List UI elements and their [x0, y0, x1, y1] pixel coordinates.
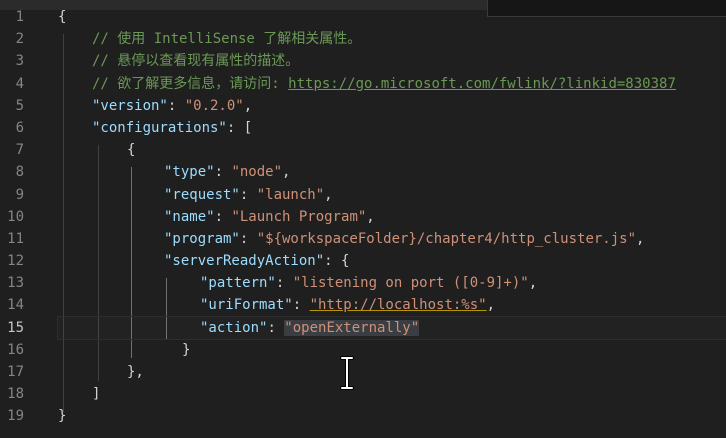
- json-string: "listening on port ([0-9]+)": [292, 275, 529, 292]
- json-key: "name": [164, 208, 215, 225]
- colon: :: [214, 208, 232, 225]
- line-number: 13: [7, 275, 24, 292]
- line-number: 6: [15, 119, 24, 136]
- line-number: 4: [15, 75, 24, 92]
- comma: ,: [528, 275, 538, 292]
- punctuation: : {: [324, 253, 350, 270]
- line-number: 12: [7, 253, 24, 270]
- code-line-5[interactable]: "version": "0.2.0",: [58, 95, 726, 117]
- line-number: 8: [15, 164, 24, 181]
- json-string-selected: "openExternally": [284, 319, 420, 336]
- line-number: 9: [15, 186, 24, 203]
- line-number: 3: [15, 53, 24, 70]
- code-line-14[interactable]: "uriFormat": "http://localhost:%s",: [58, 294, 726, 316]
- line-number: 5: [15, 97, 24, 114]
- colon: :: [292, 297, 310, 314]
- bracket: ]: [92, 386, 101, 403]
- json-string: "${workspaceFolder}/chapter4/http_cluste…: [256, 230, 637, 247]
- docs-link[interactable]: https://go.microsoft.com/fwlink/?linkid=…: [288, 76, 676, 92]
- comma: ,: [486, 297, 496, 314]
- code-editor[interactable]: 1 2 3 4 5 6 7 8 9 10 11 12 13 14 15 16 1…: [0, 0, 726, 438]
- code-line-18[interactable]: ]: [58, 383, 726, 405]
- code-line-16[interactable]: }: [58, 339, 726, 361]
- json-key: "request": [164, 186, 240, 203]
- code-line-2[interactable]: // 使用 IntelliSense 了解相关属性。: [58, 28, 726, 50]
- brace: }: [58, 408, 67, 425]
- code-line-7[interactable]: {: [58, 139, 726, 161]
- line-number: 18: [7, 386, 24, 403]
- code-line-6[interactable]: "configurations": [: [58, 117, 726, 139]
- line-number: 11: [7, 230, 24, 247]
- json-string: "Launch Program": [231, 208, 367, 225]
- comma: ,: [366, 208, 375, 225]
- code-line-11[interactable]: "program": "${workspaceFolder}/chapter4/…: [58, 228, 726, 250]
- colon: :: [267, 319, 285, 336]
- line-number: 16: [7, 341, 24, 358]
- comment: // 欲了解更多信息，请访问:: [92, 75, 289, 92]
- brace: {: [127, 142, 136, 159]
- brace: }: [182, 341, 191, 358]
- json-string: "node": [231, 164, 283, 181]
- json-key: "pattern": [200, 275, 276, 292]
- colon: :: [275, 275, 293, 292]
- colon: :: [214, 164, 232, 181]
- code-line-10[interactable]: "name": "Launch Program",: [58, 206, 726, 228]
- json-key: "program": [164, 230, 240, 247]
- brace: {: [58, 9, 67, 25]
- code-line-4[interactable]: // 欲了解更多信息，请访问: https://go.microsoft.com…: [58, 73, 726, 95]
- colon: :: [239, 230, 257, 247]
- code-line-8[interactable]: "type": "node",: [58, 161, 726, 183]
- text-cursor-icon: [340, 356, 354, 390]
- comma: ,: [282, 164, 291, 181]
- comment: // 使用 IntelliSense 了解相关属性。: [92, 31, 362, 48]
- json-key: "version": [92, 97, 168, 114]
- json-key: "configurations": [92, 119, 227, 136]
- comma: ,: [243, 97, 253, 114]
- code-line-9[interactable]: "request": "launch",: [58, 184, 726, 206]
- punctuation: : [: [226, 119, 253, 136]
- line-number: 10: [7, 208, 24, 225]
- code-line-13[interactable]: "pattern": "listening on port ([0-9]+)",: [58, 272, 726, 294]
- code-line-12[interactable]: "serverReadyAction": {: [58, 250, 726, 272]
- code-line-19[interactable]: }: [58, 405, 726, 427]
- line-number: 14: [7, 297, 24, 314]
- line-number: 7: [15, 142, 24, 159]
- code-area[interactable]: { // 使用 IntelliSense 了解相关属性。 // 悬停以查看现有属…: [57, 6, 726, 428]
- brace: },: [127, 364, 144, 380]
- json-key: "action": [200, 319, 268, 336]
- comment: // 悬停以查看现有属性的描述。: [92, 53, 300, 70]
- code-line-3[interactable]: // 悬停以查看现有属性的描述。: [58, 50, 726, 72]
- json-key: "serverReadyAction": [164, 253, 325, 270]
- json-string: "launch": [256, 186, 325, 203]
- code-line-1[interactable]: {: [58, 6, 726, 28]
- json-string-link[interactable]: "http://localhost:%s": [310, 297, 487, 313]
- json-key: "type": [164, 164, 215, 181]
- line-number: 1: [15, 9, 24, 25]
- comma: ,: [324, 186, 333, 203]
- line-number: 19: [7, 408, 24, 425]
- colon: :: [167, 97, 185, 114]
- code-line-17[interactable]: },: [58, 361, 726, 383]
- line-number: 2: [15, 31, 24, 48]
- line-number-gutter[interactable]: 1 2 3 4 5 6 7 8 9 10 11 12 13 14 15 16 1…: [0, 6, 48, 428]
- comma: ,: [636, 230, 645, 247]
- json-string: "0.2.0": [184, 97, 244, 114]
- colon: :: [239, 186, 257, 203]
- json-key: "uriFormat": [200, 297, 293, 314]
- line-number: 17: [7, 364, 24, 380]
- code-line-15-current[interactable]: "action": "openExternally": [57, 315, 726, 340]
- line-number-active: 15: [7, 319, 24, 336]
